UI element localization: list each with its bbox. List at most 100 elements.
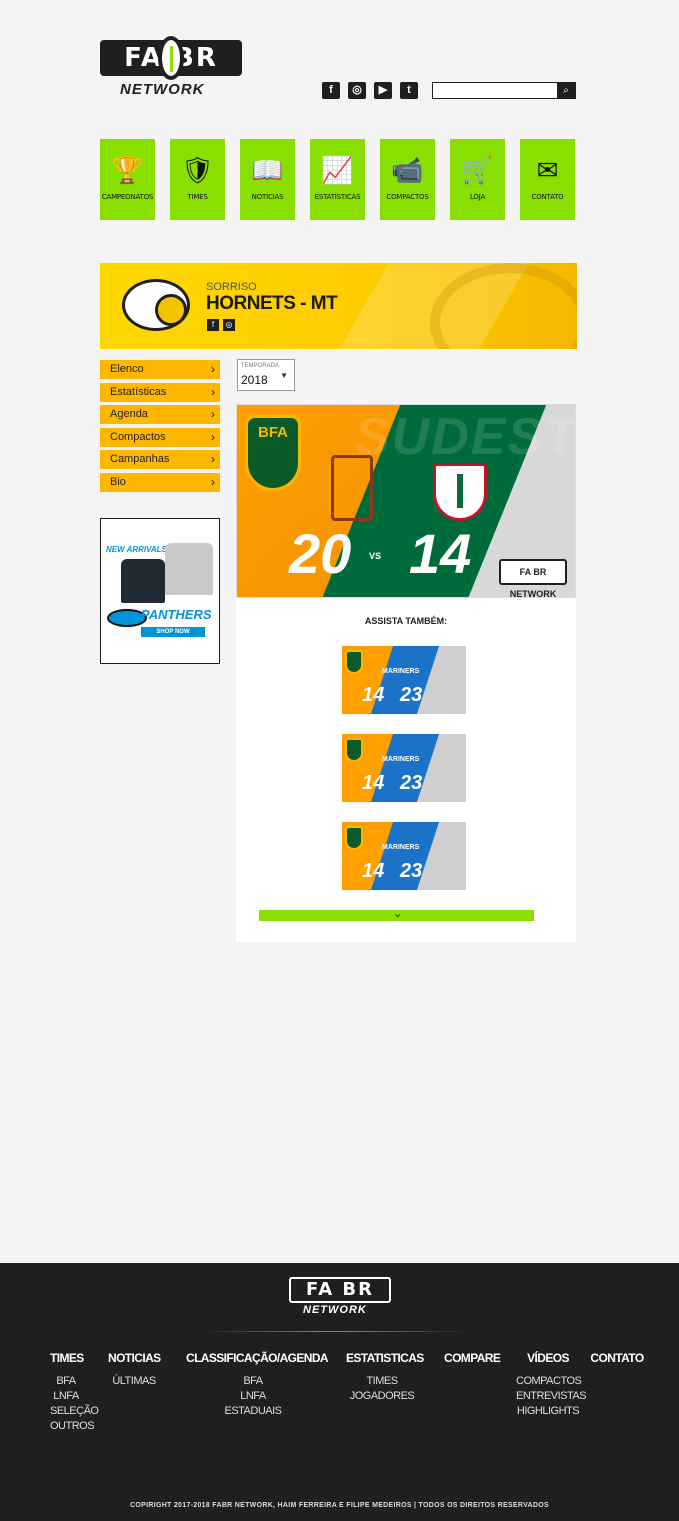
footer-link[interactable]: HIGHLIGHTS [516, 1404, 580, 1419]
search-box: ⌕ [432, 82, 576, 99]
bfa-league-logo: BFA [245, 415, 301, 491]
footer-heading[interactable]: CLASSIFICAÇÃO/AGENDA [186, 1351, 329, 1365]
footer-heading[interactable]: VÍDEOS [516, 1351, 580, 1365]
football-icon [158, 36, 184, 80]
nav-label: CONTATO [531, 193, 564, 201]
home-team-logo [331, 455, 373, 521]
chevron-right-icon: › [211, 362, 215, 376]
season-select[interactable]: TEMPORADA 2018 ▼ [237, 359, 295, 391]
nav-label: LOJA [469, 193, 486, 201]
side-menu-label: Estatísticas [110, 385, 167, 398]
thumb-score-away: 23 [400, 860, 423, 882]
footer-link[interactable]: LNFA [186, 1389, 320, 1404]
footer-col-contato: CONTATO [590, 1351, 644, 1374]
network-badge: FA BR NETWORK [499, 559, 567, 597]
nav-item-compactos[interactable]: 📹 COMPACTOS [380, 139, 435, 220]
chevron-right-icon: › [211, 452, 215, 466]
nav-label: ESTATÍSTICAS [314, 193, 361, 201]
load-more-button[interactable]: ⌄ [259, 908, 534, 921]
copyright-text: COPIRIGHT 2017-2018 FABR NETWORK, HAIM F… [130, 1502, 549, 1509]
video-panel: SUDESTE BFA 20 VS 14 FA BR NETWORK ASSIS… [236, 404, 576, 942]
footer-col-classificacao: CLASSIFICAÇÃO/AGENDA BFA LNFA ESTADUAIS [186, 1351, 329, 1419]
footer-link[interactable]: LNFA [50, 1389, 82, 1404]
footer-heading[interactable]: NOTICIAS [108, 1351, 161, 1365]
footer-heading[interactable]: ESTATISTICAS [346, 1351, 424, 1365]
related-video-thumbnail[interactable]: MARINERS 14 23 [342, 822, 466, 890]
thumb-score-away: 23 [400, 684, 423, 706]
ad-shirt-image [165, 543, 213, 595]
youtube-icon[interactable]: ▶ [374, 82, 392, 99]
chevron-right-icon: › [211, 384, 215, 399]
footer-link[interactable]: BFA [50, 1374, 82, 1389]
side-menu-item-bio[interactable]: Bio › [100, 472, 220, 492]
team-social-links: f ◎ [207, 319, 235, 331]
footer-link[interactable]: SELEÇÃO [50, 1404, 99, 1419]
side-menu-label: Elenco [110, 363, 144, 375]
thumb-score-away: 23 [400, 772, 423, 794]
footer-link[interactable]: COMPACTOS [516, 1374, 582, 1389]
nav-item-campeonatos[interactable]: 🏆 CAMPEONATOS [100, 139, 155, 220]
social-links: f ◎ ▶ t [322, 82, 418, 99]
conference-watermark: SUDESTE [355, 408, 576, 466]
footer-col-compare: COMPARE [444, 1351, 501, 1374]
side-menu-item-compactos[interactable]: Compactos › [100, 427, 220, 447]
related-video-thumbnail[interactable]: MARINERS 14 23 [342, 734, 466, 802]
instagram-icon[interactable]: ◎ [223, 319, 235, 331]
side-menu-label: Agenda [110, 408, 148, 420]
footer-link[interactable]: OUTROS [50, 1419, 95, 1434]
season-select-caption: TEMPORADA [241, 363, 280, 369]
thumb-score-home: 14 [362, 772, 385, 794]
footer-col-estatisticas: ESTATISTICAS TIMES JOGADORES [346, 1351, 424, 1404]
site-logo[interactable]: FA BR NETWORK [100, 36, 242, 100]
nav-item-times[interactable]: 🛡 TIMES [170, 139, 225, 220]
side-menu-label: Bio [110, 475, 126, 488]
footer-logo-subtitle: NETWORK [303, 1304, 367, 1316]
instagram-icon[interactable]: ◎ [348, 82, 366, 99]
nav-label: COMPACTOS [386, 193, 429, 201]
footer-link[interactable]: TIMES [346, 1374, 418, 1389]
facebook-icon[interactable]: f [207, 319, 219, 331]
footer-col-videos: VÍDEOS COMPACTOS ENTREVISTAS HIGHLIGHTS [516, 1351, 587, 1419]
logo-subtitle: NETWORK [120, 81, 205, 98]
side-menu-item-elenco[interactable]: Elenco › [100, 360, 220, 379]
versus-label: VS [369, 551, 382, 561]
thumb-team: MARINERS [382, 756, 420, 763]
search-input[interactable] [433, 83, 557, 98]
team-banner: SORRISO HORNETS - MT f ◎ [100, 263, 577, 349]
nav-label: NOTÍCIAS [251, 193, 284, 201]
nav-item-loja[interactable]: 🛒 LOJA [450, 139, 505, 220]
chevron-right-icon: › [211, 407, 215, 421]
footer-heading[interactable]: COMPARE [444, 1351, 501, 1365]
footer-heading[interactable]: CONTATO [590, 1351, 644, 1365]
bfa-league-logo [345, 650, 363, 674]
side-menu-item-agenda[interactable]: Agenda › [100, 405, 220, 424]
side-menu-item-campanhas[interactable]: Campanhas › [100, 450, 220, 469]
related-video-thumbnail[interactable]: MARINERS 14 23 [342, 646, 466, 714]
nav-item-contato[interactable]: ✉ CONTATO [520, 139, 575, 220]
season-select-value: 2018 [241, 373, 268, 387]
featured-video[interactable]: SUDESTE BFA 20 VS 14 FA BR NETWORK [236, 404, 576, 598]
footer-link[interactable]: ENTREVISTAS [516, 1389, 587, 1404]
footer-link[interactable]: ESTADUAIS [186, 1404, 320, 1419]
side-menu-item-estatisticas[interactable]: Estatísticas › [100, 382, 220, 402]
footer-link[interactable]: BFA [186, 1374, 320, 1389]
team-name: HORNETS - MT [206, 293, 338, 314]
footer-logo-wordmark: FA BR [289, 1277, 391, 1303]
ad-headline: NEW ARRIVALS [106, 545, 167, 554]
video-camera-icon: 📹 [391, 155, 424, 185]
facebook-icon[interactable]: f [322, 82, 340, 99]
search-icon[interactable]: ⌕ [557, 83, 575, 98]
ad-cta-button[interactable]: SHOP NOW [141, 627, 205, 637]
footer-logo[interactable]: FA BR NETWORK [289, 1277, 391, 1317]
panthers-ad-banner[interactable]: NEW ARRIVALS PANTHERS SHOP NOW [100, 518, 220, 664]
footer-heading[interactable]: TIMES [50, 1351, 84, 1365]
site-header: FA BR NETWORK f ◎ ▶ t ⌕ 🏆 CAMPEONATOS 🛡 … [0, 0, 679, 240]
footer-link[interactable]: JOGADORES [346, 1389, 418, 1404]
nav-item-noticias[interactable]: 📖 NOTÍCIAS [240, 139, 295, 220]
twitter-icon[interactable]: t [400, 82, 418, 99]
team-side-menu: Elenco › Estatísticas › Agenda › Compactos ›… [100, 360, 220, 495]
chevron-down-icon: ⌄ [393, 908, 403, 920]
footer-link[interactable]: ÚLTIMAS [108, 1374, 160, 1389]
bfa-league-logo [345, 826, 363, 850]
nav-item-estatisticas[interactable]: 📈 ESTATÍSTICAS [310, 139, 365, 220]
